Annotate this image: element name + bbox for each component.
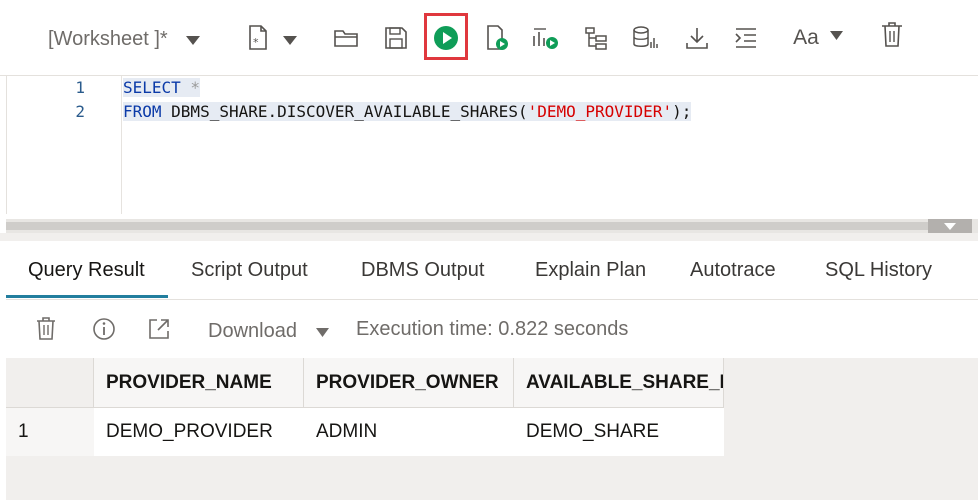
autotrace-button[interactable]: [578, 20, 614, 56]
save-button[interactable]: [378, 20, 414, 56]
line-number: 1: [75, 78, 85, 97]
chevron-down-icon[interactable]: [316, 328, 329, 337]
trash-icon[interactable]: [36, 317, 56, 341]
line-number-gutter: 1 2: [7, 76, 122, 214]
sql-keyword: SELECT: [123, 78, 181, 97]
run-statement-button[interactable]: [428, 20, 464, 56]
sql-text: DBMS_SHARE.DISCOVER_AVAILABLE_SHARES(: [161, 102, 528, 121]
autotrace-icon: [585, 27, 607, 50]
code-line-2[interactable]: FROM DBMS_SHARE.DISCOVER_AVAILABLE_SHARE…: [123, 101, 692, 123]
active-tab-indicator: [6, 295, 168, 298]
new-file-icon: *: [249, 25, 267, 50]
editor-scrollbar[interactable]: [6, 219, 978, 233]
chevron-down-icon: [944, 222, 956, 230]
tab-query-result[interactable]: Query Result: [28, 259, 145, 282]
run-script-button[interactable]: [479, 20, 515, 56]
result-grid: PROVIDER_NAME PROVIDER_OWNER AVAILABLE_S…: [6, 358, 978, 500]
grid-corner: [6, 358, 94, 408]
column-header[interactable]: PROVIDER_OWNER: [304, 358, 514, 408]
sql-text: *: [180, 78, 201, 97]
table-cell[interactable]: DEMO_SHARE: [514, 408, 724, 456]
tab-autotrace[interactable]: Autotrace: [690, 259, 776, 282]
tab-sql-history[interactable]: SQL History: [825, 259, 932, 282]
sql-string: 'DEMO_PROVIDER': [527, 102, 673, 121]
download-button[interactable]: [679, 20, 715, 56]
open-button[interactable]: [328, 20, 364, 56]
table-cell[interactable]: DEMO_PROVIDER: [94, 408, 304, 456]
info-icon[interactable]: [92, 317, 116, 341]
table-cell[interactable]: ADMIN: [304, 408, 514, 456]
chevron-down-icon[interactable]: [830, 31, 843, 40]
scrollbar-thumb[interactable]: [6, 222, 928, 230]
explain-plan-button[interactable]: [528, 20, 564, 56]
execution-time: Execution time: 0.822 seconds: [356, 318, 629, 340]
trash-icon: [882, 22, 902, 47]
svg-text:*: *: [253, 36, 259, 49]
font-size-icon: Aa: [793, 26, 819, 49]
clear-button[interactable]: [874, 17, 910, 53]
tab-explain-plan[interactable]: Explain Plan: [535, 259, 646, 282]
line-number: 2: [75, 102, 85, 121]
sql-text: );: [672, 102, 692, 121]
sql-keyword: FROM: [123, 102, 162, 121]
run-script-icon: [487, 25, 508, 50]
save-icon: [385, 27, 407, 49]
run-statement-icon: [434, 26, 458, 50]
chevron-down-icon[interactable]: [283, 36, 297, 45]
open-folder-icon: [334, 30, 358, 47]
scroll-right-button[interactable]: [928, 219, 972, 233]
chevron-down-icon[interactable]: [186, 36, 200, 45]
sql-statistics-button[interactable]: [628, 20, 664, 56]
tab-dbms-output[interactable]: DBMS Output: [361, 259, 484, 282]
tab-script-output[interactable]: Script Output: [191, 259, 308, 282]
format-icon: [735, 28, 756, 48]
worksheet-toolbar: [Worksheet ]* * Aa: [0, 0, 978, 76]
font-size-button[interactable]: Aa: [786, 20, 826, 56]
format-button[interactable]: [728, 20, 764, 56]
result-toolbar: Download Execution time: 0.822 seconds: [6, 300, 978, 358]
panel-splitter[interactable]: [0, 233, 978, 241]
download-icon: [686, 28, 708, 49]
output-tabs: Query Result Script Output DBMS Output E…: [6, 241, 978, 300]
open-new-window-icon[interactable]: [147, 317, 171, 341]
explain-plan-icon: [533, 28, 558, 49]
column-header[interactable]: AVAILABLE_SHARE_I: [514, 358, 724, 408]
code-line-1[interactable]: SELECT *: [123, 77, 201, 99]
new-file-button[interactable]: *: [240, 20, 276, 56]
download-menu[interactable]: Download: [208, 320, 297, 343]
row-number: 1: [6, 408, 94, 456]
sql-editor[interactable]: 1 2 SELECT * FROM DBMS_SHARE.DISCOVER_AV…: [6, 76, 978, 214]
worksheet-selector[interactable]: [Worksheet ]*: [48, 28, 168, 51]
sql-statistics-icon: [633, 26, 658, 48]
column-header[interactable]: PROVIDER_NAME: [94, 358, 304, 408]
